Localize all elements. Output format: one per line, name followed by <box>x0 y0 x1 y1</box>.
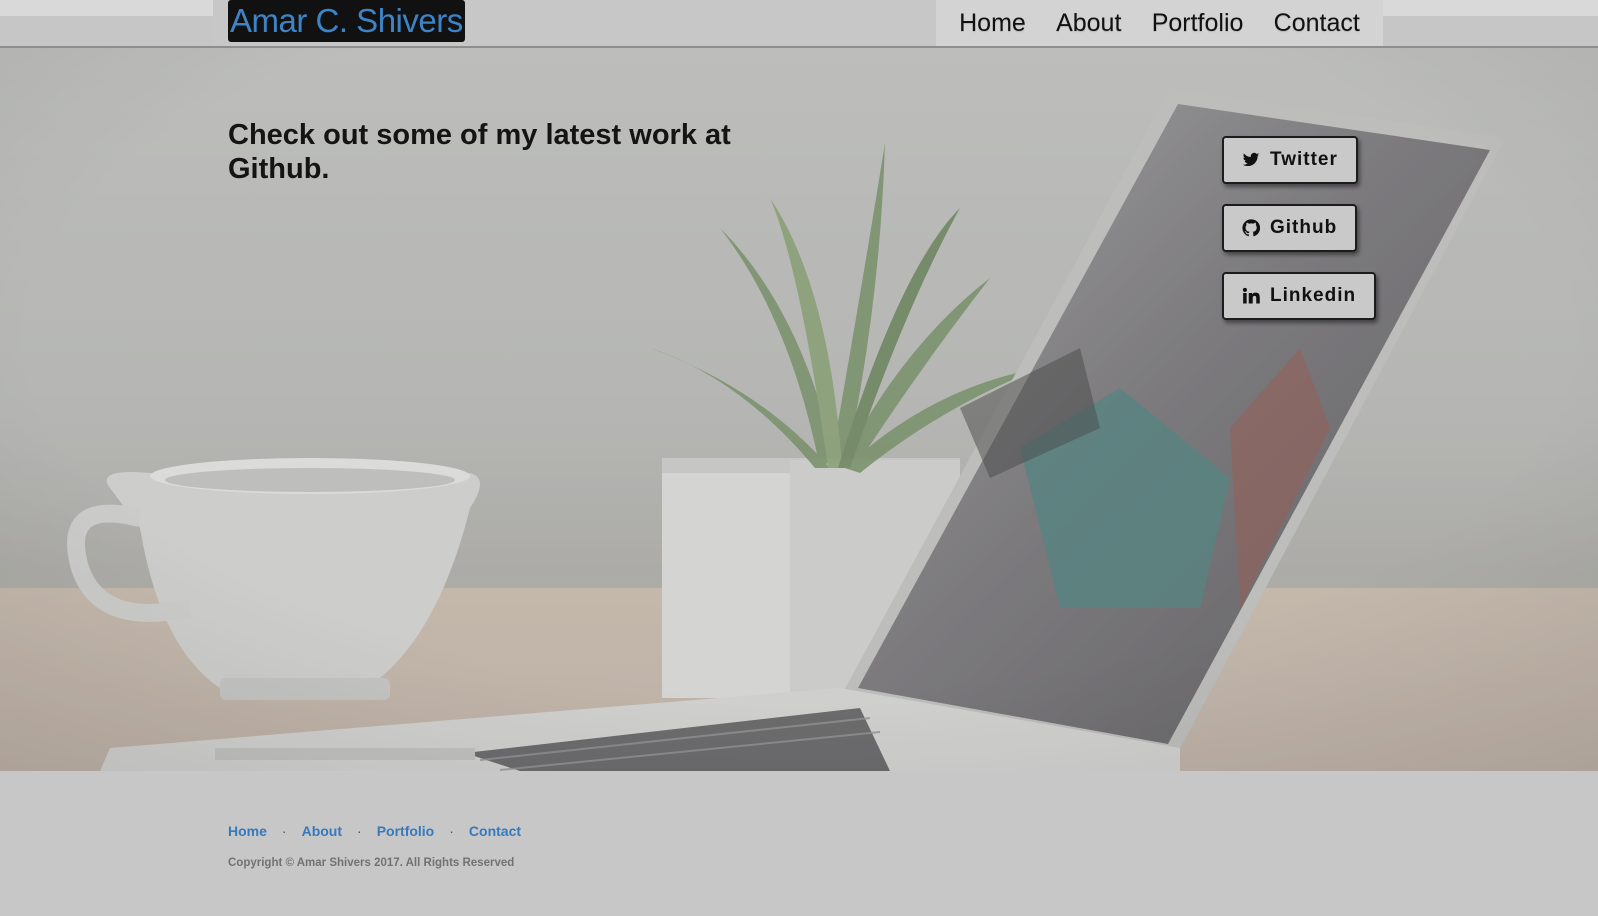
top-navbar: Amar C. Shivers Home About Portfolio Con… <box>0 0 1598 48</box>
linkedin-icon <box>1242 287 1260 304</box>
github-icon <box>1242 219 1260 237</box>
footer-separator: · <box>357 823 362 839</box>
footer-separator: · <box>281 823 287 839</box>
footer-portfolio-link[interactable]: Portfolio <box>377 823 435 839</box>
nav-about-link[interactable]: About <box>1056 9 1121 38</box>
linkedin-button-label: Linkedin <box>1270 285 1357 306</box>
github-button-label: Github <box>1270 217 1338 238</box>
footer-contact-link[interactable]: Contact <box>469 823 521 839</box>
twitter-button-label: Twitter <box>1270 149 1338 170</box>
linkedin-button[interactable]: Linkedin <box>1222 272 1377 320</box>
hero-headline: Check out some of my latest work at Gith… <box>228 119 731 185</box>
copyright-text: Copyright © Amar Shivers 2017. All Right… <box>228 857 515 869</box>
footer-separator: · <box>449 823 454 839</box>
twitter-button[interactable]: Twitter <box>1222 136 1358 184</box>
brand-logo-link[interactable]: Amar C. Shivers <box>228 0 465 42</box>
twitter-icon <box>1242 152 1260 167</box>
main-nav: Home About Portfolio Contact <box>936 0 1383 46</box>
nav-portfolio-link[interactable]: Portfolio <box>1152 9 1244 38</box>
nav-contact-link[interactable]: Contact <box>1274 9 1360 38</box>
footer-about-link[interactable]: About <box>302 823 342 839</box>
footer-nav: Home · About · Portfolio · Contact <box>228 823 521 839</box>
page-footer: Home · About · Portfolio · Contact Copyr… <box>0 771 1598 916</box>
nav-home-link[interactable]: Home <box>959 9 1026 38</box>
github-button[interactable]: Github <box>1222 204 1358 252</box>
footer-home-link[interactable]: Home <box>228 823 267 839</box>
brand-area: Amar C. Shivers <box>213 0 936 46</box>
hero-section: Check out some of my latest work at Gith… <box>0 48 1598 771</box>
